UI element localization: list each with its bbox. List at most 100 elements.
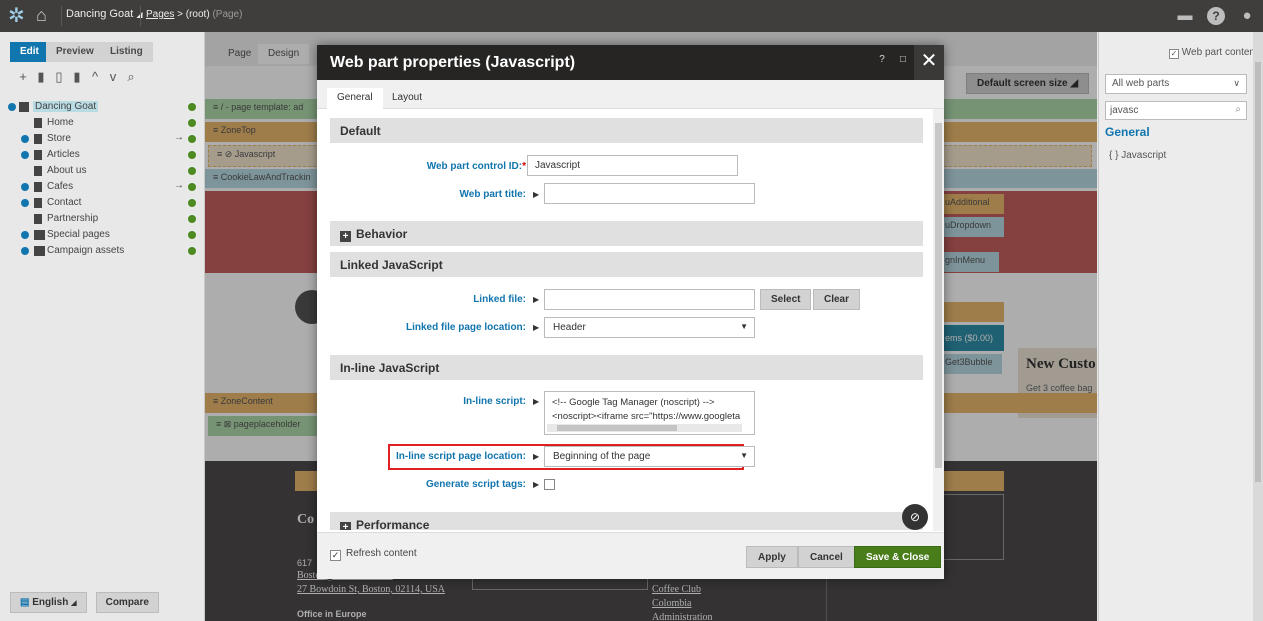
checkbox-label: Refresh content (346, 548, 417, 559)
tab-preview[interactable]: Preview (46, 42, 104, 62)
breadcrumb-pages-link[interactable]: Pages (146, 9, 174, 20)
page-scrollbar[interactable] (1253, 32, 1263, 621)
user-icon[interactable]: ● (1238, 7, 1256, 25)
copy-icon[interactable]: ▯ (50, 69, 68, 85)
page-icon (34, 118, 42, 128)
refresh-content-toggle[interactable]: ✓ Refresh content (330, 548, 417, 561)
expand-icon[interactable] (21, 199, 29, 207)
inline-script-label: In-line script: (463, 396, 526, 407)
home-icon[interactable]: ⌂ (36, 5, 47, 25)
webpart-title-input[interactable] (544, 183, 755, 204)
field-info-icon[interactable]: ▶ (533, 480, 539, 489)
compass-icon[interactable]: ⊘ (902, 504, 928, 530)
move-icon[interactable]: ▮ (68, 69, 86, 85)
tree-item[interactable]: Home (8, 117, 198, 133)
section-title: Behavior (356, 227, 408, 241)
filter-value: All web parts (1112, 78, 1170, 89)
expand-icon[interactable] (21, 231, 29, 239)
tree-item[interactable]: About us (8, 165, 198, 181)
save-close-button[interactable]: Save & Close (854, 546, 942, 568)
tree-item[interactable]: Campaign assets (8, 245, 198, 261)
scrollbar-thumb[interactable] (557, 425, 677, 431)
published-icon (188, 151, 196, 159)
tree-item[interactable]: Articles (8, 149, 198, 165)
dialog-footer: ✓ Refresh content Apply Cancel Save & Clo… (317, 532, 944, 579)
apply-button[interactable]: Apply (746, 546, 798, 568)
tree-item[interactable]: Cafes → (8, 180, 198, 197)
dialog-body: Default Web part control ID:* ▶ Web part… (330, 118, 936, 530)
select-value: Beginning of the page (553, 451, 651, 462)
expand-plus-icon[interactable]: + (340, 522, 351, 530)
script-line: <!-- Google Tag Manager (noscript) --> (552, 397, 715, 408)
webpart-filter-select[interactable]: All web parts ∨ (1105, 74, 1247, 94)
published-icon (188, 167, 196, 175)
textarea-hscrollbar[interactable] (547, 424, 742, 432)
tab-listing[interactable]: Listing (100, 42, 153, 62)
tree-item[interactable]: Store → (8, 132, 198, 149)
field-info-icon[interactable]: ▶ (533, 190, 539, 199)
section-behavior[interactable]: + Behavior (330, 221, 923, 246)
expand-icon[interactable] (21, 183, 29, 191)
chat-icon[interactable]: ▬ (1176, 7, 1194, 25)
language-selector[interactable]: ▤ English ◢ (10, 592, 87, 613)
inline-location-select[interactable]: Beginning of the page ▼ (544, 446, 755, 467)
linked-file-input[interactable] (544, 289, 755, 310)
tree-item[interactable]: Special pages (8, 229, 198, 245)
tab-edit[interactable]: Edit (10, 42, 49, 62)
published-icon (188, 231, 196, 239)
divider (140, 6, 141, 26)
scrollbar-thumb[interactable] (935, 123, 942, 468)
checkbox-checked-icon: ✓ (330, 550, 341, 561)
dialog-title: Web part properties (Javascript) (330, 54, 576, 71)
folder-icon (34, 246, 45, 256)
inline-script-textarea[interactable]: <!-- Google Tag Manager (noscript) --> <… (544, 391, 755, 435)
scrollbar-thumb[interactable] (1255, 62, 1261, 482)
compare-button[interactable]: Compare (95, 592, 159, 613)
generate-tags-checkbox[interactable] (544, 479, 555, 490)
webpart-search-input[interactable]: javasc ⌕ (1105, 101, 1247, 120)
linked-location-select[interactable]: Header ▼ (544, 317, 755, 338)
cancel-button[interactable]: Cancel (798, 546, 855, 568)
field-info-icon[interactable]: ▶ (533, 295, 539, 304)
checkbox-checked-icon: ✓ (1169, 49, 1179, 59)
delete-icon[interactable]: ▮ (32, 69, 50, 85)
webpart-list-item[interactable]: { } Javascript (1109, 150, 1166, 161)
webpart-properties-dialog: Web part properties (Javascript) ? □ ✕ G… (317, 45, 944, 579)
web-part-content-toggle[interactable]: ✓ Web part content (1169, 47, 1258, 59)
field-info-icon[interactable]: ▶ (533, 452, 539, 461)
breadcrumb-type: (Page) (212, 9, 243, 20)
tree-toolbar: + ▮ ▯ ▮ ^ v ⌕ (14, 69, 140, 85)
section-performance[interactable]: + Performance (330, 512, 923, 530)
search-icon[interactable]: ⌕ (122, 69, 140, 85)
tree-item[interactable]: Contact (8, 197, 198, 213)
expand-plus-icon[interactable]: + (340, 231, 351, 242)
dialog-scrollbar[interactable] (933, 109, 944, 531)
site-selector[interactable]: Dancing Goat ◢ (66, 8, 142, 20)
top-bar: ✲ ⌂ Dancing Goat ◢ Pages > (root) (Page)… (0, 0, 1263, 32)
tab-general[interactable]: General (327, 88, 383, 109)
help-icon[interactable]: ? (1207, 7, 1225, 25)
field-info-icon[interactable]: ▶ (533, 397, 539, 406)
move-down-icon[interactable]: v (104, 69, 122, 84)
move-up-icon[interactable]: ^ (86, 69, 104, 84)
tree-item[interactable]: Partnership (8, 213, 198, 229)
expand-icon[interactable] (21, 151, 29, 159)
published-icon (188, 183, 196, 191)
tab-layout[interactable]: Layout (382, 88, 432, 109)
help-icon[interactable]: ? (873, 54, 891, 65)
expand-icon[interactable] (8, 103, 16, 111)
search-icon[interactable]: ⌕ (1235, 104, 1241, 115)
select-button[interactable]: Select (760, 289, 812, 310)
close-icon[interactable]: ✕ (914, 45, 944, 80)
expand-icon[interactable] (21, 247, 29, 255)
published-icon (188, 247, 196, 255)
add-icon[interactable]: + (14, 69, 32, 84)
maximize-icon[interactable]: □ (894, 54, 912, 65)
tree-item[interactable]: Dancing Goat (8, 101, 198, 117)
clear-button[interactable]: Clear (813, 289, 861, 310)
field-info-icon[interactable]: ▶ (533, 323, 539, 332)
kentico-logo-icon[interactable]: ✲ (8, 6, 25, 26)
chevron-down-icon: ∨ (1233, 78, 1240, 88)
control-id-input[interactable] (527, 155, 738, 176)
expand-icon[interactable] (21, 135, 29, 143)
